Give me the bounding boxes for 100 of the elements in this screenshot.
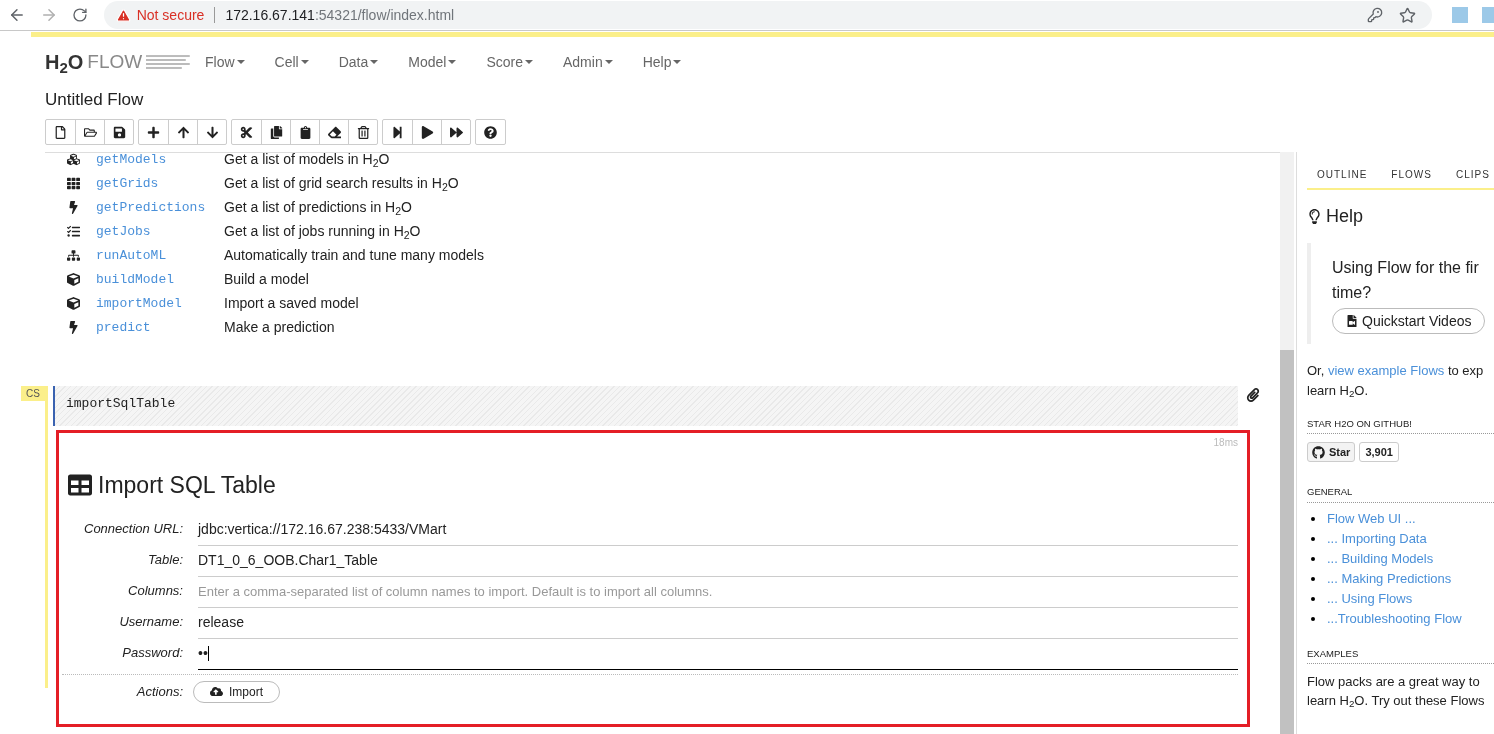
- github-icon: [1312, 445, 1325, 459]
- logo-lines-icon: [146, 55, 190, 69]
- command-description: Get a list of predictions in H$_{2}$O: [224, 198, 412, 218]
- command-link[interactable]: getPredictions: [96, 197, 224, 218]
- warning-icon: [115, 7, 131, 23]
- menu-item[interactable]: Score: [486, 51, 533, 73]
- note-text: learn H$_{2}$O.: [1307, 383, 1369, 398]
- help-link[interactable]: ... Building Models: [1327, 548, 1434, 569]
- input-field[interactable]: release: [198, 607, 1238, 639]
- url-path: :54321/flow/index.html: [314, 5, 455, 25]
- play-icon: [420, 125, 434, 139]
- output-title: Import SQL Table: [98, 471, 276, 500]
- grid-icon: [67, 177, 80, 190]
- examples-text: Flow packs are a great way to: [1307, 672, 1481, 691]
- cubes-icon: [67, 153, 80, 166]
- menu-item[interactable]: Cell: [274, 51, 309, 73]
- bullet-icon: [1311, 576, 1315, 581]
- examples-text: learn H$_{2}$O. Try out these Flows: [1307, 691, 1486, 710]
- command-description: Build a model: [224, 270, 309, 289]
- menu-item[interactable]: Data: [338, 51, 379, 73]
- bolt-icon: [67, 201, 80, 214]
- field-label: Connection URL:: [83, 519, 183, 538]
- fast-forward-icon: [449, 125, 463, 139]
- github-star-button[interactable]: Star: [1307, 442, 1356, 463]
- step-forward-icon: [391, 125, 404, 139]
- bullet-icon: [1311, 556, 1315, 561]
- back-icon[interactable]: [8, 6, 26, 24]
- section-heading: STAR H2O ON GITHUB!: [1307, 417, 1494, 435]
- lightbulb-icon: [1307, 209, 1322, 224]
- sitemap-icon: [67, 249, 80, 262]
- intro-text: Using Flow for the fir: [1332, 258, 1480, 278]
- security-label: Not secure: [136, 5, 205, 25]
- input-field[interactable]: DT1_0_6_OOB.Char1_Table: [198, 545, 1238, 577]
- note-text: Or,: [1307, 363, 1326, 378]
- command-description: Get a list of jobs running in H$_{2}$O: [224, 222, 421, 242]
- help-link[interactable]: Flow Web UI ...: [1327, 508, 1416, 529]
- command-description: Get a list of models in H$_{2}$O: [224, 152, 390, 170]
- command-description: Automatically train and tune many models: [224, 246, 484, 265]
- command-link[interactable]: importModel: [96, 293, 224, 314]
- cube-icon: [67, 273, 80, 286]
- bolt-icon: [67, 321, 80, 334]
- command-link[interactable]: getJobs: [96, 221, 224, 242]
- command-description: Get a list of grid search results in H$_{2}$O: [224, 174, 459, 194]
- scissors-icon: [240, 125, 253, 139]
- command-link[interactable]: runAutoML: [96, 245, 224, 266]
- help-icon: [484, 125, 497, 139]
- help-link[interactable]: ... Importing Data: [1327, 528, 1427, 549]
- note-text: to exp: [1446, 363, 1484, 378]
- arrow-down-icon: [205, 125, 219, 139]
- command-link[interactable]: predict: [96, 317, 224, 338]
- paperclip-icon[interactable]: [1246, 388, 1260, 402]
- bullet-icon: [1311, 616, 1315, 621]
- video-file-icon: [1346, 315, 1358, 327]
- command-link[interactable]: getGrids: [96, 173, 224, 194]
- field-label: Actions:: [135, 682, 183, 701]
- bookmark-star-icon[interactable]: [1399, 6, 1417, 24]
- section-heading: EXAMPLES: [1307, 646, 1494, 664]
- clipboard-icon: [298, 125, 312, 139]
- intro-text: time?: [1332, 283, 1373, 303]
- flow-title[interactable]: Untitled Flow: [0, 87, 1494, 111]
- address-bar[interactable]: Not secure 172.16.67.141:54321/flow/index.html: [103, 1, 1433, 29]
- logo-mark: H$_{2}$O: [45, 50, 84, 77]
- field-label: Password:: [121, 643, 183, 662]
- section-heading: GENERAL: [1307, 485, 1494, 503]
- key-icon[interactable]: [1367, 7, 1384, 23]
- cloud-upload-icon: [210, 685, 223, 698]
- input-field[interactable]: ••: [198, 638, 1238, 670]
- field-label: Table:: [147, 550, 183, 569]
- eraser-icon: [327, 125, 341, 139]
- example-flows-link[interactable]: view example Flows: [1327, 363, 1445, 378]
- menu-item[interactable]: Flow: [205, 51, 245, 73]
- arrow-up-icon: [176, 125, 190, 139]
- help-link[interactable]: ... Using Flows: [1327, 588, 1413, 609]
- command-link[interactable]: buildModel: [96, 269, 224, 290]
- folder-icon: [83, 125, 97, 139]
- help-link[interactable]: ... Making Predictions: [1327, 568, 1452, 589]
- new-file-icon: [54, 125, 67, 139]
- bullet-icon: [1311, 596, 1315, 601]
- trash-icon: [356, 125, 370, 139]
- menu-item[interactable]: Admin: [563, 51, 613, 73]
- reload-icon[interactable]: [71, 7, 88, 23]
- bullet-icon: [1311, 536, 1315, 541]
- save-icon: [112, 125, 126, 139]
- scrollbar[interactable]: [1280, 152, 1294, 734]
- help-heading: Help: [1326, 205, 1364, 228]
- cube-icon: [67, 297, 80, 310]
- help-link[interactable]: ...Troubleshooting Flow: [1327, 608, 1462, 629]
- plus-icon: [147, 125, 160, 139]
- menu-item[interactable]: Model: [408, 51, 457, 73]
- command-description: Make a prediction: [224, 318, 335, 337]
- sidebar-tab[interactable]: FLOWS: [1391, 167, 1432, 182]
- command-link[interactable]: getModels: [96, 152, 224, 170]
- input-field[interactable]: jdbc:vertica://172.16.67.238:5433/VMart: [198, 514, 1238, 546]
- code-input[interactable]: importSqlTable: [53, 386, 1238, 426]
- field-label: Username:: [118, 612, 183, 631]
- bullet-icon: [1311, 516, 1315, 521]
- url-host: 172.16.67.141: [225, 5, 315, 25]
- menu-item[interactable]: Help: [642, 51, 682, 73]
- sidebar-tab[interactable]: CLIPS: [1455, 167, 1490, 182]
- sidebar-tab[interactable]: OUTLINE: [1317, 167, 1368, 182]
